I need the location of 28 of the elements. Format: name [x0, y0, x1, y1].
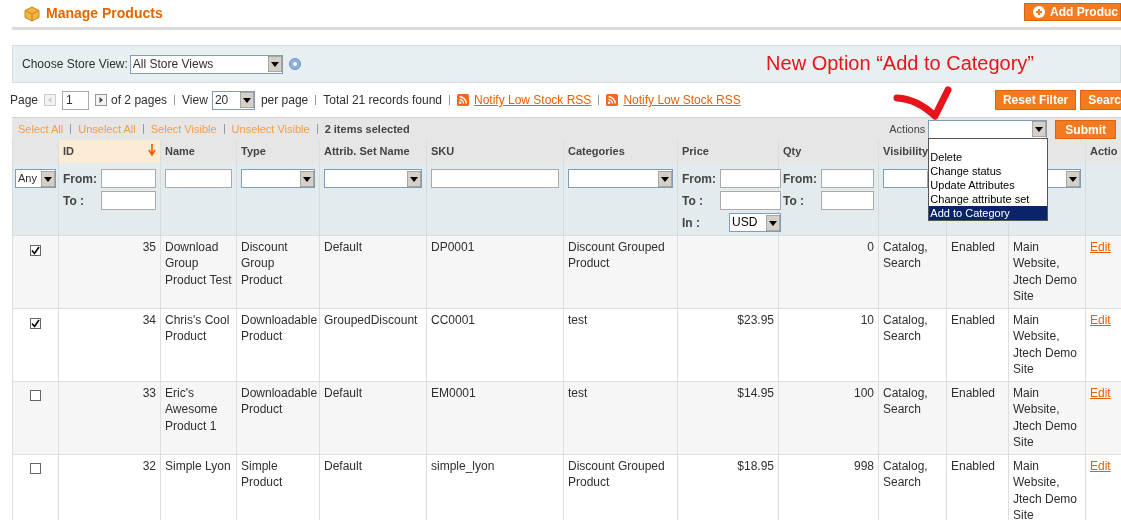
records-count: Total 21 records found [323, 92, 442, 109]
actions-label: Actions [889, 121, 926, 137]
filter-label: From: [63, 170, 97, 188]
selected-count: 2 items selected [324, 121, 410, 137]
page-label: Page [10, 92, 39, 109]
view-label: View [182, 92, 208, 109]
page-count: of 2 pages [111, 92, 168, 109]
table-cell: Discount Grouped Product [563, 454, 678, 520]
filter-label: To : [682, 192, 705, 210]
table-cell: simple_lyon [426, 454, 564, 520]
table-cell: 32 [58, 454, 161, 520]
table-cell: Simple Lyon [160, 454, 237, 520]
filter-label: To : [63, 192, 86, 210]
table-cell: 998 [778, 454, 879, 520]
store-view-label: Choose Store View: [22, 56, 128, 73]
filter-label: From: [783, 170, 817, 188]
filter-label: In : [682, 214, 701, 232]
table-cell: Main Website, Jtech Demo Site [1008, 454, 1086, 520]
table-cell: Simple Product [236, 454, 320, 520]
annotation-text: New Option “Add to Category” [766, 51, 1034, 76]
per-page-label: per page [260, 92, 309, 109]
filter-label: From: [682, 170, 716, 188]
page-title: Manage Products [46, 4, 163, 23]
table-cell: Enabled [946, 454, 1009, 520]
table-cell: Catalog, Search [878, 454, 947, 520]
filter-label: To : [783, 192, 806, 210]
table-cell: $18.95 [677, 454, 779, 520]
table-cell: Default [319, 454, 427, 520]
